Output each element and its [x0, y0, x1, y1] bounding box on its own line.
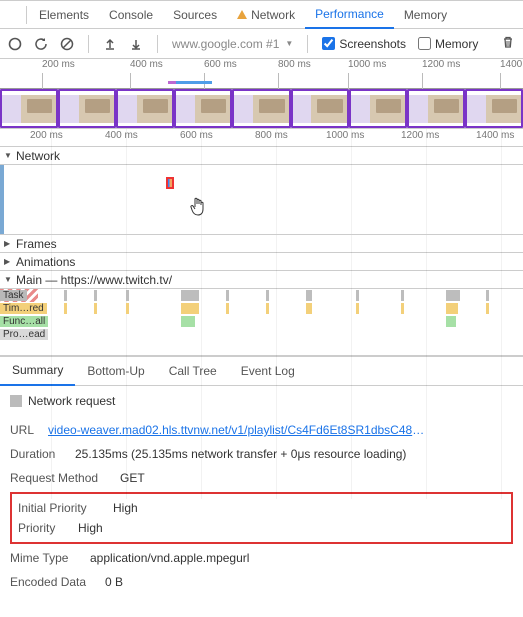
- overview-tick: 400 ms: [130, 59, 163, 70]
- network-request-bar[interactable]: [166, 177, 174, 189]
- ruler-tick: 1000 ms: [326, 130, 364, 141]
- initial-priority-value: High: [113, 501, 138, 515]
- duration-label: Duration: [10, 447, 65, 461]
- download-icon[interactable]: [129, 37, 143, 51]
- flamechart-ruler[interactable]: 200 ms 400 ms 600 ms 800 ms 1000 ms 1200…: [0, 129, 523, 147]
- ruler-tick: 600 ms: [180, 130, 213, 141]
- filmstrip-frame[interactable]: [232, 89, 290, 128]
- flame-function[interactable]: Func…all: [0, 316, 48, 327]
- request-details: Network request URL video-weaver.mad02.h…: [0, 386, 523, 602]
- section-label: Main — https://www.twitch.tv/: [16, 273, 172, 287]
- mime-value: application/vnd.apple.mpegurl: [90, 551, 249, 565]
- performance-toolbar: www.google.com #1▼ Screenshots Memory: [0, 29, 523, 59]
- filmstrip-frame[interactable]: [349, 89, 407, 128]
- warning-icon: [237, 10, 247, 19]
- main-thread-lane[interactable]: Task Tim…red Func…all Pro…ead: [0, 289, 523, 341]
- details-heading: Network request: [28, 394, 115, 408]
- priority-highlight: Initial Priority High Priority High: [10, 492, 513, 544]
- memory-checkbox[interactable]: Memory: [418, 37, 478, 51]
- detail-tab-event-log[interactable]: Event Log: [229, 356, 307, 386]
- overview-marker: [168, 81, 176, 84]
- overview-tick: 200 ms: [42, 59, 75, 70]
- tab-network[interactable]: Network: [227, 1, 305, 29]
- ruler-tick: 400 ms: [105, 130, 138, 141]
- filmstrip-frame[interactable]: [407, 89, 465, 128]
- triangle-right-icon: ▶: [4, 257, 12, 266]
- trash-icon[interactable]: [501, 35, 515, 52]
- devtools-tabbar: Elements Console Sources Network Perform…: [0, 1, 523, 29]
- triangle-right-icon: ▶: [4, 239, 12, 248]
- overview-tick: 800 ms: [278, 59, 311, 70]
- filmstrip-frame[interactable]: [174, 89, 232, 128]
- detail-tab-summary[interactable]: Summary: [0, 356, 75, 386]
- method-label: Request Method: [10, 471, 110, 485]
- separator: [26, 6, 27, 24]
- mime-label: Mime Type: [10, 551, 80, 565]
- pointer-cursor-icon: [189, 197, 207, 222]
- filmstrip-frame[interactable]: [465, 89, 523, 128]
- section-main-header[interactable]: ▼ Main — https://www.twitch.tv/: [0, 271, 523, 289]
- separator: [157, 35, 158, 53]
- chevron-down-icon: ▼: [285, 39, 293, 48]
- filmstrip-frame[interactable]: [58, 89, 116, 128]
- ruler-tick: 200 ms: [30, 130, 63, 141]
- section-frames-header[interactable]: ▶ Frames: [0, 235, 523, 253]
- flame-promise[interactable]: Pro…ead: [0, 329, 48, 340]
- flame-task[interactable]: Task: [0, 290, 27, 301]
- request-color-swatch: [10, 395, 22, 407]
- overview-marker: [176, 81, 212, 84]
- filmstrip-frame[interactable]: [0, 89, 58, 128]
- triangle-down-icon: ▼: [4, 151, 12, 160]
- duration-value: 25.135ms (25.135ms network transfer + 0μ…: [75, 447, 406, 461]
- overview-timeline[interactable]: 200 ms 400 ms 600 ms 800 ms 1000 ms 1200…: [0, 59, 523, 89]
- detail-tabbar: Summary Bottom-Up Call Tree Event Log: [0, 356, 523, 386]
- url-label: URL: [10, 423, 38, 437]
- overview-tick: 1400: [500, 59, 522, 70]
- initial-priority-label: Initial Priority: [18, 501, 103, 515]
- filmstrip-frame[interactable]: [291, 89, 349, 128]
- priority-value: High: [78, 521, 103, 535]
- overview-tick: 1000 ms: [348, 59, 386, 70]
- filmstrip-frame[interactable]: [116, 89, 174, 128]
- tab-console[interactable]: Console: [99, 1, 163, 29]
- tab-memory[interactable]: Memory: [394, 1, 457, 29]
- ruler-tick: 1200 ms: [401, 130, 439, 141]
- overview-tick: 600 ms: [204, 59, 237, 70]
- flame-spacer: [0, 341, 523, 356]
- detail-tab-bottom-up[interactable]: Bottom-Up: [75, 356, 156, 386]
- upload-icon[interactable]: [103, 37, 117, 51]
- encoded-value: 0 B: [105, 575, 123, 589]
- section-animations-header[interactable]: ▶ Animations: [0, 253, 523, 271]
- section-label: Network: [16, 149, 60, 163]
- recording-select[interactable]: www.google.com #1▼: [172, 37, 293, 51]
- selection-edge: [0, 165, 4, 234]
- reload-icon[interactable]: [34, 37, 48, 51]
- url-link[interactable]: video-weaver.mad02.hls.ttvnw.net/v1/play…: [48, 423, 428, 437]
- priority-label: Priority: [18, 521, 68, 535]
- clear-icon[interactable]: [60, 37, 74, 51]
- flame-timer[interactable]: Tim…red: [0, 303, 47, 314]
- detail-tab-call-tree[interactable]: Call Tree: [157, 356, 229, 386]
- encoded-label: Encoded Data: [10, 575, 95, 589]
- ruler-tick: 800 ms: [255, 130, 288, 141]
- screenshots-checkbox[interactable]: Screenshots: [322, 37, 406, 51]
- triangle-down-icon: ▼: [4, 275, 12, 284]
- record-icon[interactable]: [8, 37, 22, 51]
- ruler-tick: 1400 ms: [476, 130, 514, 141]
- filmstrip[interactable]: [0, 89, 523, 129]
- overview-tick: 1200 ms: [422, 59, 460, 70]
- separator: [307, 35, 308, 53]
- network-lane[interactable]: [0, 165, 523, 235]
- tab-sources[interactable]: Sources: [163, 1, 227, 29]
- section-label: Animations: [16, 255, 75, 269]
- method-value: GET: [120, 471, 145, 485]
- section-network-header[interactable]: ▼ Network: [0, 147, 523, 165]
- tab-elements[interactable]: Elements: [29, 1, 99, 29]
- separator: [88, 35, 89, 53]
- tab-performance[interactable]: Performance: [305, 1, 394, 29]
